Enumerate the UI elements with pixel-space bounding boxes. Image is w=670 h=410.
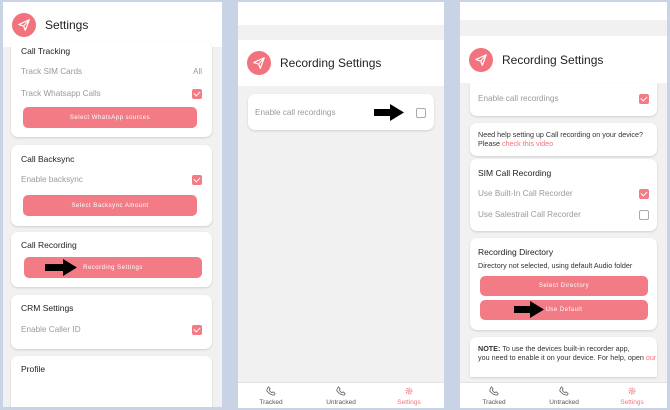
phone-icon [266,386,276,396]
app-logo-icon [469,47,493,72]
builtin-recorder-label: Use Built-In Call Recorder [478,189,573,198]
crm-settings-title: CRM Settings [21,303,74,313]
gear-icon [405,387,413,395]
nav-settings[interactable]: Settings [607,386,657,406]
page-title: Settings [45,17,89,32]
enable-backsync-label: Enable backsync [21,175,83,184]
app-header: Recording Settings [460,36,667,83]
bottom-nav: Tracked Untracked Settings [238,382,444,408]
enable-call-recordings-checkbox[interactable] [416,108,426,118]
phone-icon [559,386,569,396]
select-whatsapp-sources-button[interactable]: Select WhatsApp sources [23,107,197,128]
salestrail-recorder-checkbox[interactable] [639,210,649,220]
profile-title: Profile [21,364,46,374]
check-video-link[interactable]: check this video [502,139,553,148]
use-default-button[interactable]: Use Default [480,300,648,320]
select-backsync-amount-button[interactable]: Select Backsync Amount [23,195,197,216]
nav-tracked[interactable]: Tracked [469,386,519,406]
phone-icon [336,386,346,396]
gear-icon [628,387,636,395]
help-card: Need help setting up Call recording on y… [470,123,657,156]
help-text: Need help setting up Call recording on y… [478,130,644,139]
app-logo-icon [247,51,271,75]
enable-recording-card: Enable call recordings [248,94,434,130]
enable-call-recordings-checkbox[interactable] [639,94,649,104]
nav-settings[interactable]: Settings [384,386,434,406]
sim-call-recording-card: SIM Call Recording Use Built-In Call Rec… [470,159,657,231]
recording-directory-card: Recording Directory Directory not select… [470,238,657,330]
recording-directory-title: Recording Directory [478,247,554,257]
directory-status-text: Directory not selected, using default Au… [478,261,633,270]
enable-call-recordings-label: Enable call recordings [478,94,559,103]
arrow-right-icon [514,301,544,318]
note-card: NOTE: To use the devices built-in record… [470,337,657,377]
call-backsync-title: Call Backsync [21,154,75,164]
recording-settings-screen: Recording Settings Enable call recording… [238,2,444,408]
salestrail-recorder-label: Use Salestrail Call Recorder [478,210,581,219]
arrow-right-icon [45,259,77,276]
note-help-link[interactable]: our [646,353,656,362]
select-directory-button[interactable]: Select Directory [480,276,648,296]
nav-tracked[interactable]: Tracked [246,386,296,406]
note-text: NOTE: To use the devices built-in record… [478,344,630,353]
crm-settings-card: CRM Settings Enable Caller ID [11,295,212,349]
bottom-nav: Tracked Untracked Settings [460,382,667,408]
app-header: Recording Settings [238,40,444,86]
help-text-line2: Please check this video [478,139,554,148]
track-sim-label: Track SIM Cards [21,67,83,76]
page-title: Recording Settings [502,52,604,67]
call-tracking-title: Call Tracking [21,46,71,56]
nav-untracked[interactable]: Untracked [316,386,366,406]
enable-backsync-checkbox[interactable] [192,175,202,185]
nav-untracked[interactable]: Untracked [539,386,589,406]
enable-recording-card: Enable call recordings [470,83,657,116]
track-whatsapp-checkbox[interactable] [192,89,202,99]
sim-call-recording-title: SIM Call Recording [478,168,552,178]
builtin-recorder-checkbox[interactable] [639,189,649,199]
arrow-right-icon [374,104,404,121]
call-recording-title: Call Recording [21,240,77,250]
track-sim-value[interactable]: All [193,67,202,76]
call-recording-card: Call Recording Recording Settings [11,232,212,287]
enable-caller-id-label: Enable Caller ID [21,325,81,334]
call-backsync-card: Call Backsync Enable backsync Select Bac… [11,145,212,226]
track-whatsapp-label: Track Whatsapp Calls [21,89,101,98]
status-bar-area [238,2,444,25]
call-tracking-card: Call Tracking Track SIM Cards All Track … [11,41,212,137]
phone-icon [489,386,499,396]
profile-card: Profile [11,356,212,407]
note-text-line2: you need to enable it on your device. Fo… [478,353,657,362]
app-logo-icon [12,12,36,37]
page-title: Recording Settings [280,56,382,70]
enable-call-recordings-label: Enable call recordings [255,108,336,117]
settings-screen: Settings Call Tracking Track SIM Cards A… [3,2,222,407]
status-bar-area [460,2,667,20]
enable-caller-id-checkbox[interactable] [192,325,202,335]
recording-settings-screen-expanded: Recording Settings Enable call recording… [460,2,667,408]
